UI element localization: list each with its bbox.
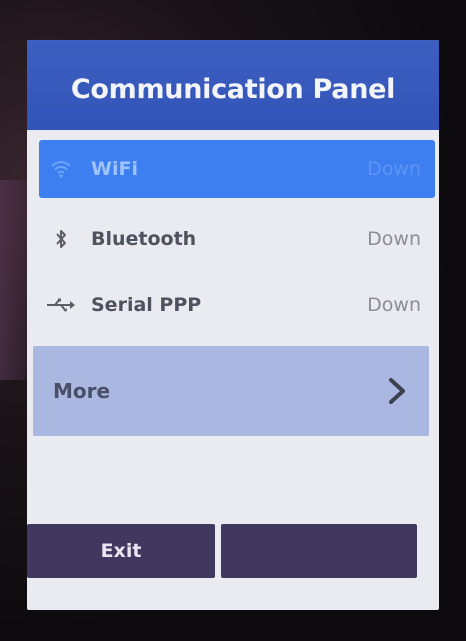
bluetooth-label: Bluetooth — [91, 228, 197, 250]
exit-button[interactable]: Exit — [27, 524, 215, 578]
bluetooth-status: Down — [367, 228, 421, 250]
panel-header: Communication Panel — [27, 40, 439, 130]
wifi-label: WiFi — [91, 158, 138, 180]
device-bezel: Communication Panel WiFi Down Bluetooth … — [0, 0, 466, 641]
list-item-serial-ppp[interactable]: Serial PPP Down — [39, 276, 435, 334]
serial-ppp-status: Down — [367, 294, 421, 316]
more-button[interactable]: More — [33, 346, 429, 436]
page-title: Communication Panel — [70, 73, 396, 105]
secondary-softkey-button[interactable] — [221, 524, 417, 578]
chevron-right-icon — [385, 376, 409, 406]
list-item-wifi[interactable]: WiFi Down — [39, 140, 435, 198]
communication-panel-screen: Communication Panel WiFi Down Bluetooth … — [27, 40, 439, 610]
wifi-status: Down — [367, 158, 421, 180]
footer-bar: Exit — [27, 520, 439, 610]
wifi-icon — [39, 160, 83, 178]
list-item-bluetooth[interactable]: Bluetooth Down — [39, 210, 435, 268]
serial-ppp-label: Serial PPP — [91, 294, 202, 316]
more-label: More — [53, 379, 111, 403]
usb-icon — [39, 298, 83, 312]
bluetooth-icon — [39, 228, 83, 250]
